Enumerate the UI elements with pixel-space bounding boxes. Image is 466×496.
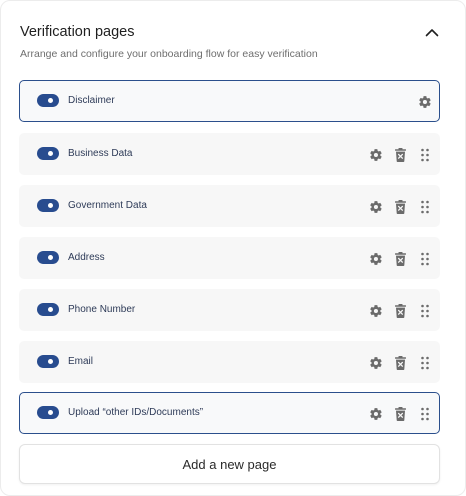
page-toggle[interactable] [37, 303, 59, 316]
page-toggle[interactable] [37, 251, 59, 264]
gear-icon[interactable] [417, 94, 433, 110]
gear-icon[interactable] [368, 406, 384, 422]
page-label: Disclaimer [68, 95, 115, 106]
page-row-business-data[interactable]: Business Data [19, 133, 440, 175]
trash-icon[interactable] [392, 355, 408, 371]
drag-handle-icon[interactable] [417, 406, 433, 422]
drag-handle-icon[interactable] [417, 147, 433, 163]
gear-icon[interactable] [368, 251, 384, 267]
page-label: Upload “other IDs/Documents” [68, 407, 204, 418]
page-label: Phone Number [68, 304, 136, 315]
trash-icon[interactable] [392, 303, 408, 319]
page-label: Address [68, 252, 105, 263]
page-toggle[interactable] [37, 406, 59, 419]
gear-icon[interactable] [368, 355, 384, 371]
drag-handle-icon[interactable] [417, 355, 433, 371]
gear-icon[interactable] [368, 303, 384, 319]
drag-handle-icon[interactable] [417, 303, 433, 319]
gear-icon[interactable] [368, 147, 384, 163]
drag-handle-icon[interactable] [417, 199, 433, 215]
page-row-address[interactable]: Address [19, 237, 440, 279]
collapse-button[interactable] [419, 19, 445, 45]
panel-title: Verification pages [20, 24, 135, 40]
page-row-email[interactable]: Email [19, 341, 440, 383]
page-toggle[interactable] [37, 199, 59, 212]
page-row-upload-other-ids[interactable]: Upload “other IDs/Documents” [19, 392, 440, 434]
gear-icon[interactable] [368, 199, 384, 215]
add-page-button[interactable]: Add a new page [19, 444, 440, 484]
page-label: Government Data [68, 200, 147, 211]
page-row-phone-number[interactable]: Phone Number [19, 289, 440, 331]
trash-icon[interactable] [392, 251, 408, 267]
page-label: Business Data [68, 148, 133, 159]
verification-pages-panel: Verification pages Arrange and configure… [0, 0, 466, 496]
page-toggle[interactable] [37, 94, 59, 107]
page-row-disclaimer[interactable]: Disclaimer [19, 80, 440, 122]
page-label: Email [68, 356, 94, 367]
trash-icon[interactable] [392, 147, 408, 163]
page-toggle[interactable] [37, 355, 59, 368]
chevron-up-icon [425, 28, 439, 36]
page-row-government-data[interactable]: Government Data [19, 185, 440, 227]
trash-icon[interactable] [392, 406, 408, 422]
page-toggle[interactable] [37, 147, 59, 160]
trash-icon[interactable] [392, 199, 408, 215]
panel-subtitle: Arrange and configure your onboarding fl… [20, 48, 318, 60]
drag-handle-icon[interactable] [417, 251, 433, 267]
